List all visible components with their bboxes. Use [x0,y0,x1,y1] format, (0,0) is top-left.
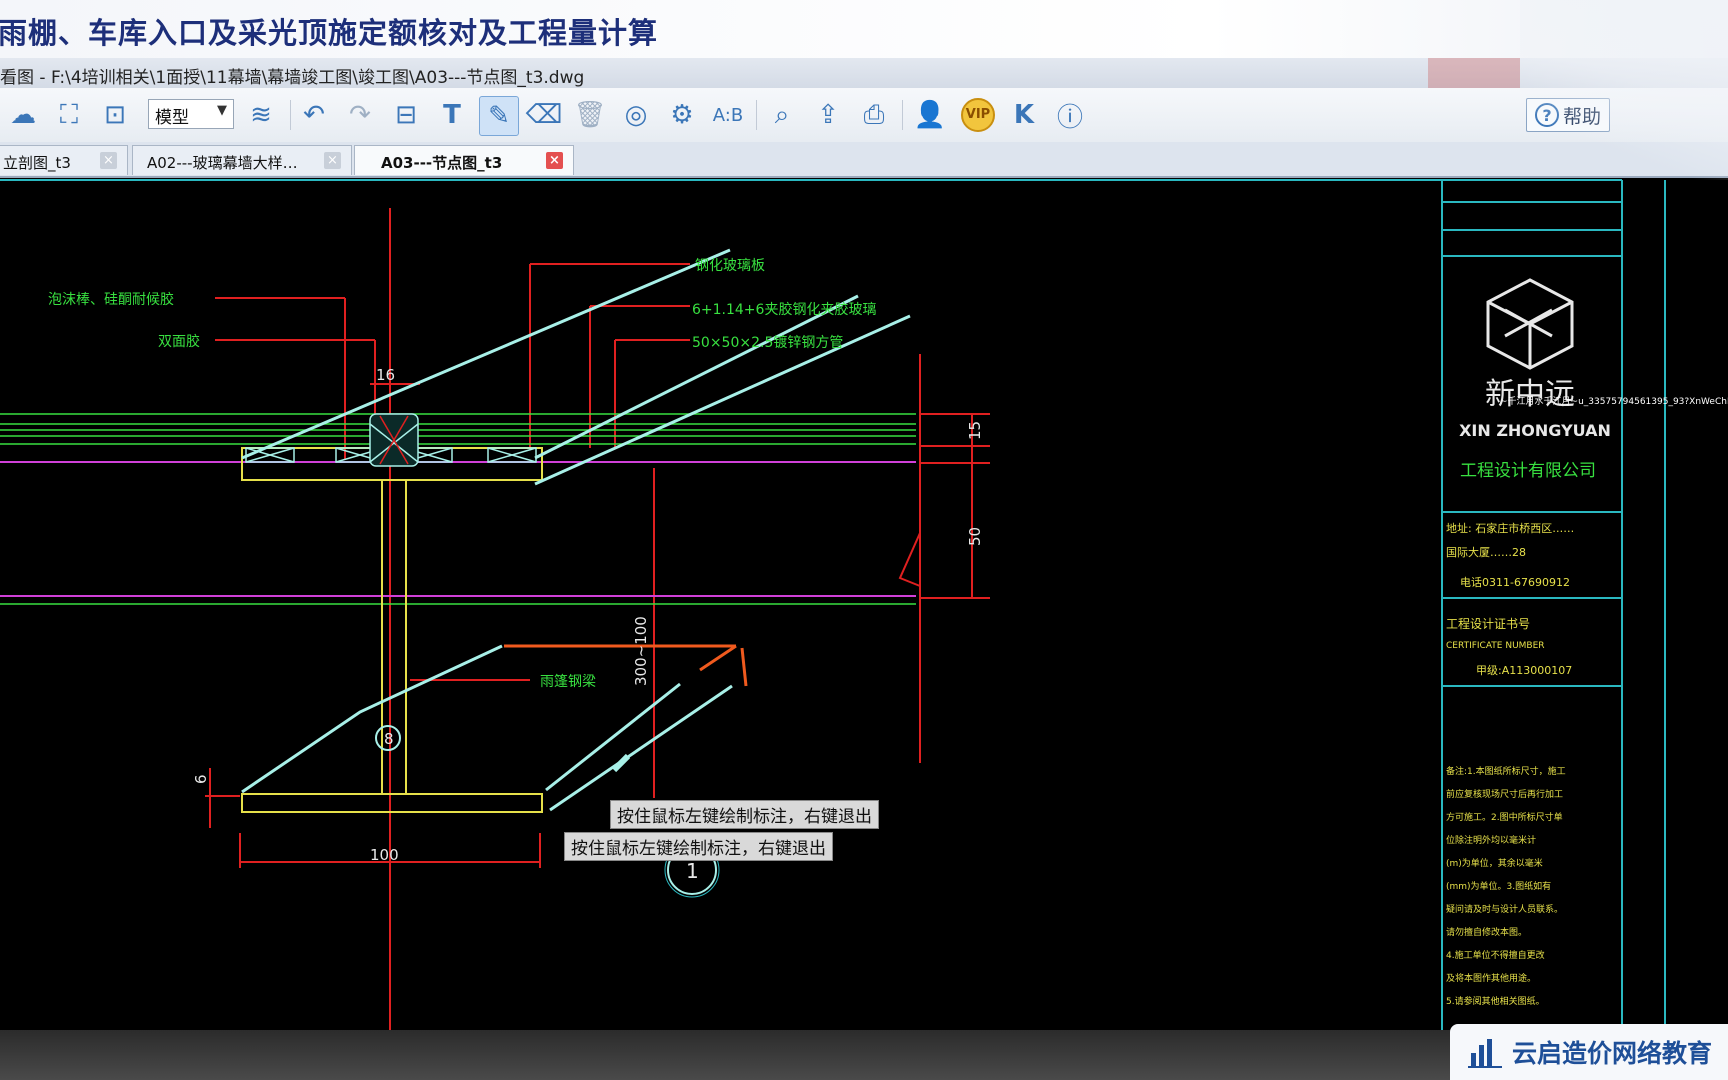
cloud-icon[interactable]: ☁ [4,96,42,134]
fit-screen-icon[interactable]: ⛶ [50,96,88,134]
cloud-markup-icon[interactable]: ⚙ [663,96,701,134]
scale-icon[interactable]: A:B [709,96,747,134]
sealant-hatch [369,413,419,467]
company-logo-icon [1486,278,1574,370]
help-label: 帮助 [1562,105,1601,128]
company-subtitle: 工程设计有限公司 [1460,461,1596,481]
help-button[interactable]: ? 帮助 [1526,98,1610,132]
cert-label-cn: 工程设计证书号 [1446,616,1530,631]
tab-section-drawing[interactable]: 立剖图_t3 × [0,145,128,175]
chart-logo-icon [1468,1039,1502,1068]
note-line: 4.施工单位不得擅自更改 [1446,949,1545,961]
window-titlebar: 看图 - F:\4培训相关\1面授\11幕墙\幕墙竣工图\竣工图\A03---节… [0,58,1728,89]
notes-block: 备注:1.本图纸所标尺寸，施工 前应复核现场尺寸后再行加工 方可施工。2.图中所… [1446,765,1566,1007]
find-icon[interactable]: ⌕ [763,96,801,134]
vip-icon[interactable]: VIP [959,96,997,134]
watermark-text: 云启造价网络教育 [1512,1039,1713,1068]
cad-drawing-canvas[interactable]: 新中远 XIN ZHONGYUAN 工程设计有限公司 ~千江月水千江月~u_33… [0,178,1728,1030]
glass-layer-lines [0,413,916,445]
toolbar-separator [902,100,903,130]
callout-gutter: 雨篷钢梁 [540,674,596,690]
tab-label: 立剖图_t3 [3,154,71,172]
callout-glass-spec: 6+1.14+6夹胶钢化夹胶玻璃 [692,301,876,318]
note-line: 疑问请及时与设计人员联系。 [1446,903,1563,915]
close-window-button[interactable] [1428,58,1520,88]
command-prompt: 按住鼠标左键绘制标注，右键退出 [564,832,833,861]
close-tab-icon[interactable]: × [100,152,117,169]
note-line: 方可施工。2.图中所标尺寸单 [1446,811,1563,823]
undo-icon[interactable]: ↶ [295,96,333,134]
dim-6: 6 [192,774,210,784]
annotate-pen-icon[interactable]: ✎ [479,96,519,136]
glass-panels [241,248,911,812]
note-line: 5.请参阅其他相关图纸。 [1446,995,1545,1007]
dim-16: 16 [376,366,395,384]
delete-icon[interactable]: 🗑 [571,96,609,134]
redo-icon[interactable]: ↷ [341,96,379,134]
phone-line: 电话0311-67690912 [1460,576,1570,589]
address-line-2: 国际大厦……28 [1446,545,1526,559]
address-line: 地址: 石家庄市桥西区…… [1446,521,1574,535]
banner-title: 雨棚、车库入口及采光顶施定额核对及工程量计算 [0,16,659,50]
k-logo-icon[interactable]: K [1005,96,1043,134]
cert-label-en: CERTIFICATE NUMBER [1446,641,1545,651]
command-prompt: 按住鼠标左键绘制标注，右键退出 [610,800,879,829]
steel-i-beam [241,447,543,813]
main-toolbar: ☁ ⛶ ⊡ 模型 ▼ ≋ ↶ ↷ ⊟ T ✎ ⌫ 🗑 ◎ ⚙ A:B ⌕ ⇪ ⎙… [0,88,1728,143]
toolbar-separator [756,100,757,130]
question-icon: ? [1534,103,1559,127]
callout-tape: 双面胶 [158,333,200,350]
view-mode-select[interactable]: 模型 ▼ [148,99,234,129]
info-icon[interactable]: ⓘ [1051,96,1089,134]
note-line: 位除注明外均以毫米计 [1446,834,1536,846]
callout-sealant: 泡沫棒、硅酮耐候胶 [48,291,174,308]
dim-300-100: 300~100 [632,616,650,686]
measure-icon[interactable]: ⊟ [387,96,425,134]
note-line: (m)为单位，其余以毫米 [1446,857,1543,869]
tab-node-drawing[interactable]: A03---节点图_t3 × [354,145,574,175]
close-tab-icon[interactable]: × [324,152,341,169]
detail-number: 1 [686,859,699,883]
toolbar-separator [290,100,291,130]
callout-steel-tube: 50×50×2.5镀锌钢方管 [692,334,843,351]
watermark: 云启造价网络教育 [1450,1024,1728,1080]
note-line: 前应复核现场尺寸后再行加工 [1446,788,1563,800]
dim-8: 8 [384,730,394,748]
company-name-en: XIN ZHONGYUAN [1459,421,1611,440]
export-icon[interactable]: ⇪ [809,96,847,134]
dim-15: 15 [966,421,984,440]
chevron-down-icon: ▼ [217,103,227,118]
text-tool-icon[interactable]: T [433,96,471,134]
tab-label: A02---玻璃幕墙大样… [147,154,298,172]
user-icon[interactable]: 👤 [911,96,949,134]
cert-number: 甲级:A113000107 [1476,664,1572,677]
cad-drawing: 新中远 XIN ZHONGYUAN 工程设计有限公司 ~千江月水千江月~u_33… [0,179,1728,1030]
document-tabbar: 立剖图_t3 × A02---玻璃幕墙大样… × A03---节点图_t3 × [0,142,1728,178]
window-title: 看图 - F:\4培训相关\1面授\11幕墙\幕墙竣工图\竣工图\A03---节… [0,68,585,88]
note-line: 及将本图作其他用途。 [1446,972,1536,984]
note-line: (mm)为单位。3.图纸如有 [1446,880,1551,892]
hide-icon[interactable]: ◎ [617,96,655,134]
zoom-window-icon[interactable]: ⊡ [96,96,134,134]
print-icon[interactable]: ⎙ [855,96,893,134]
tab-label: A03---节点图_t3 [381,154,503,172]
close-tab-icon[interactable]: × [546,152,563,169]
layers-icon[interactable]: ≋ [242,96,280,134]
note-line: 请勿擅自修改本图。 [1446,926,1527,938]
overlay-code-text: ~千江月水千江月~u_33575794561395_93?XnWeChN [1500,395,1728,407]
dim-50: 50 [966,527,984,546]
tab-curtain-wall-detail[interactable]: A02---玻璃幕墙大样… × [132,145,352,175]
dim-100: 100 [370,846,399,864]
note-line: 备注:1.本图纸所标尺寸，施工 [1446,765,1566,777]
callout-glass-panel: 钢化玻璃板 [695,257,765,274]
video-banner: 雨棚、车库入口及采光顶施定额核对及工程量计算 [0,0,1728,58]
eraser-icon[interactable]: ⌫ [525,96,563,134]
vip-badge: VIP [961,98,995,132]
view-mode-value: 模型 [155,108,189,128]
magenta-lines [0,461,916,597]
